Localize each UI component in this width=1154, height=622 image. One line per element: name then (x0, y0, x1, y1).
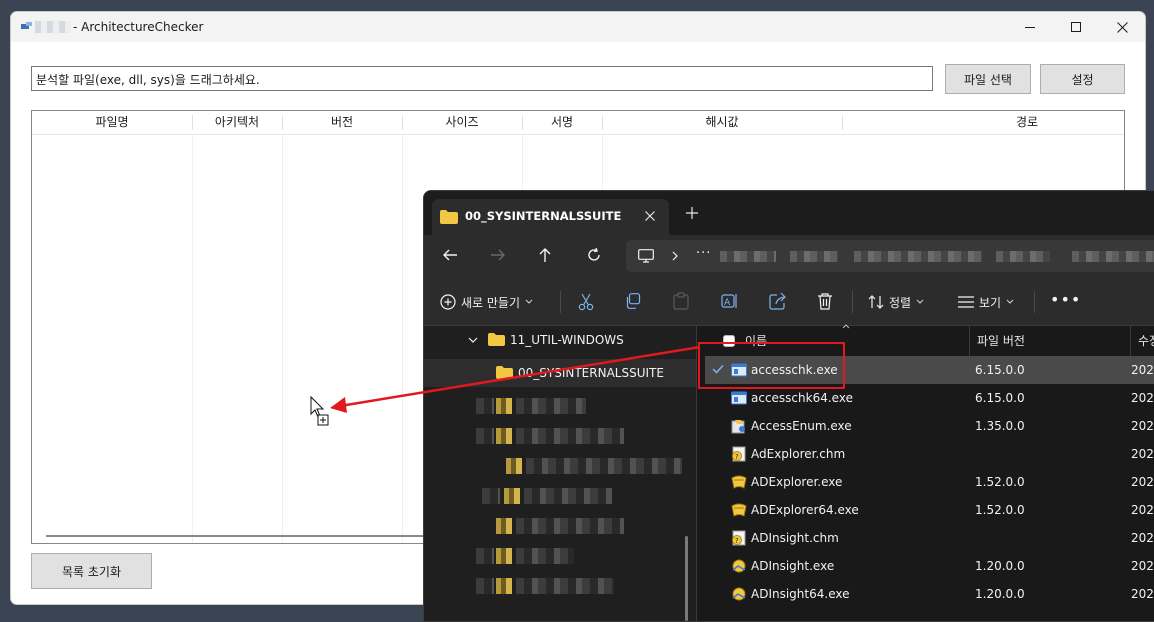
drag-arrow-line (339, 345, 701, 408)
drag-arrow-head (330, 397, 347, 413)
annotation-overlay (310, 345, 701, 426)
drag-copy-cursor-icon (310, 395, 329, 426)
